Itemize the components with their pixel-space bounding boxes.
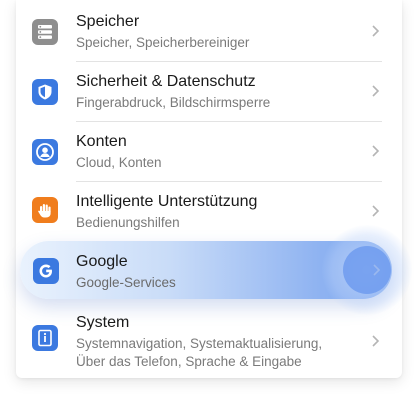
settings-item-title: Intelligente Unterstützung bbox=[76, 193, 258, 210]
settings-item-title: System bbox=[76, 314, 130, 331]
settings-item-speicher[interactable]: Speicher Speicher, Speicherbereiniger bbox=[16, 0, 402, 60]
chevron-right-icon bbox=[372, 205, 380, 217]
chevron-right-icon bbox=[373, 264, 381, 276]
settings-item-subtitle-line-2: Über das Telefon, Sprache & Eingabe bbox=[76, 354, 302, 369]
settings-item-subtitle: Speicher, Speicherbereiniger bbox=[76, 35, 250, 50]
chevron-right-icon bbox=[372, 25, 380, 37]
settings-item-title: Speicher bbox=[76, 13, 140, 30]
settings-item-system[interactable]: System Systemnavigation, Systemaktualisi… bbox=[16, 304, 402, 376]
account-icon bbox=[32, 139, 58, 165]
settings-item-sicherheit[interactable]: Sicherheit & Datenschutz Fingerabdruck, … bbox=[16, 62, 402, 122]
settings-item-subtitle: Fingerabdruck, Bildschirmsperre bbox=[76, 95, 271, 110]
settings-item-subtitle: Bedienungshilfen bbox=[76, 215, 180, 230]
settings-item-title: Google bbox=[76, 253, 128, 270]
system-info-icon bbox=[32, 325, 58, 351]
chevron-right-icon bbox=[372, 335, 380, 347]
settings-item-subtitle: Google-Services bbox=[76, 275, 176, 290]
google-icon bbox=[33, 258, 59, 284]
chevron-right-icon bbox=[372, 145, 380, 157]
settings-item-konten[interactable]: Konten Cloud, Konten bbox=[16, 122, 402, 182]
settings-item-title: Sicherheit & Datenschutz bbox=[76, 73, 256, 90]
settings-item-subtitle: Cloud, Konten bbox=[76, 155, 162, 170]
shield-icon bbox=[32, 79, 58, 105]
storage-icon bbox=[32, 19, 58, 45]
settings-item-title: Konten bbox=[76, 133, 127, 150]
chevron-right-icon bbox=[372, 85, 380, 97]
touch-indicator bbox=[343, 246, 391, 294]
settings-item-subtitle-line-1: Systemnavigation, Systemaktualisierung, bbox=[76, 336, 323, 351]
hand-icon bbox=[32, 197, 58, 223]
